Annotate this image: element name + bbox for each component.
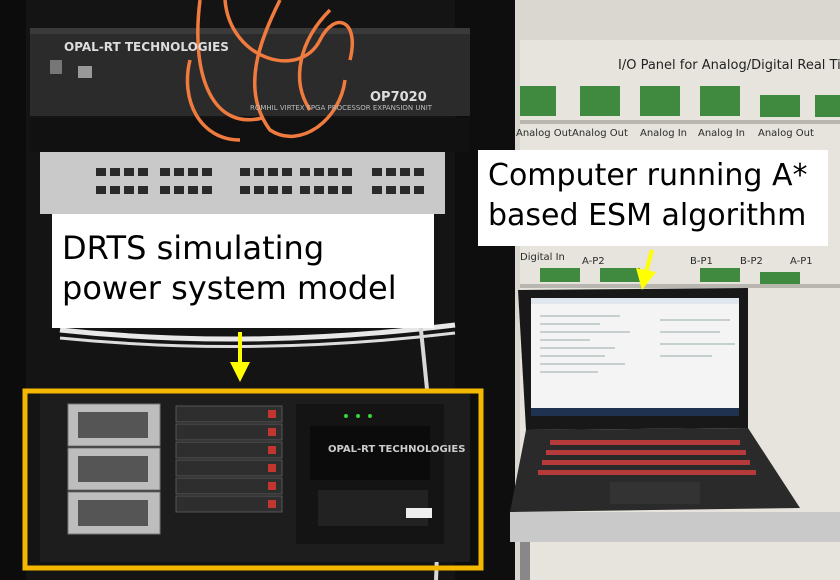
io-panel-title: I/O Panel for Analog/Digital Real Time S… [618,58,840,73]
simulator-brand: OPAL-RT TECHNOLOGIES [328,444,466,455]
drts-callout-line: power system model [62,269,397,307]
photo-scene: OPAL-RT TECHNOLOGIES OP7020 ROMHIL VIRTE… [0,0,840,580]
io-panel-label: A-P2 [582,256,605,267]
io-panel-label: B-P2 [740,256,763,267]
drts-callout: DRTS simulating power system model [52,214,434,328]
drts-callout-line: DRTS simulating [62,229,325,267]
io-panel-label: Analog Out [572,128,628,139]
expansion-unit-subtitle: ROMHIL VIRTEX FPGA PROCESSOR EXPANSION U… [250,104,433,112]
computer-callout-line: Computer running A* [488,158,808,193]
io-panel-label: Analog Out [516,128,572,139]
io-panel-label: Analog Out [758,128,814,139]
io-panel-label: B-P1 [690,256,713,267]
io-panel-label: A-P1 [790,256,813,267]
io-panel-label: Analog In [698,128,746,139]
computer-callout-line: based ESM algorithm [488,198,807,233]
expansion-unit-model: OP7020 [370,90,427,105]
computer-callout: Computer running A* based ESM algorithm [478,150,828,246]
io-panel-label: Analog In [640,128,688,139]
io-panel-label: Digital In [520,252,565,263]
expansion-unit-brand: OPAL-RT TECHNOLOGIES [64,40,229,54]
